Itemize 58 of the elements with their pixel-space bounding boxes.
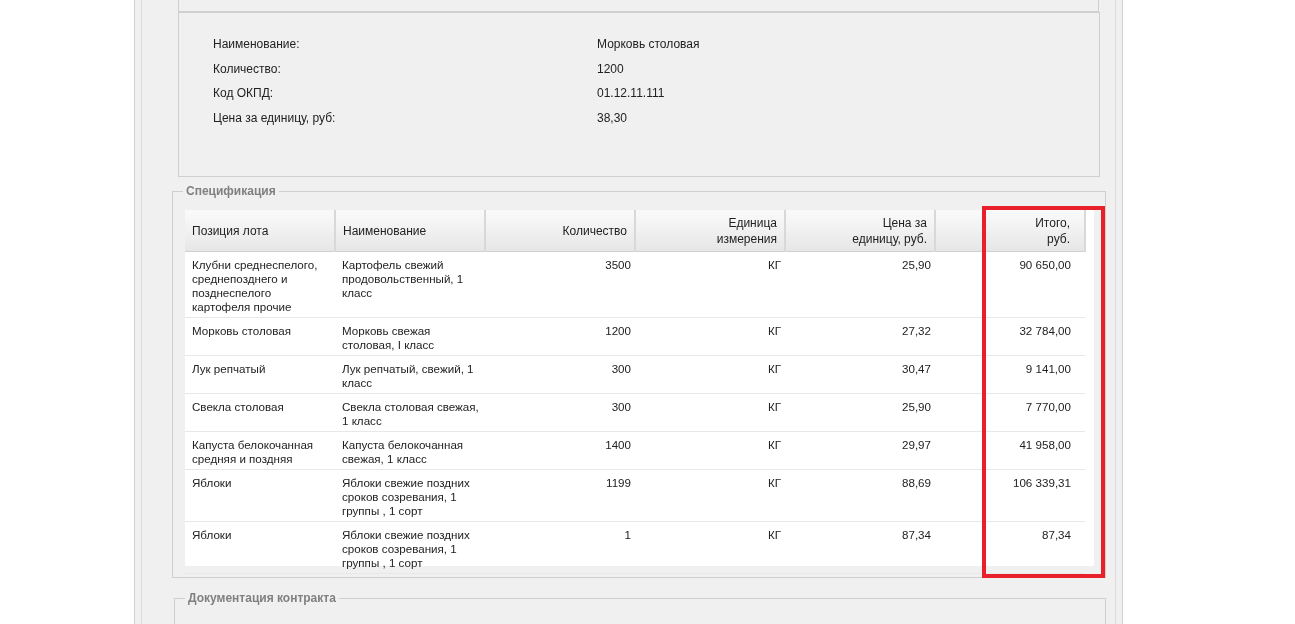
table-cell: КГ (635, 469, 785, 522)
field-value: 01.12.11.111 (597, 86, 666, 100)
table-cell: Капуста белокочанная свежая, 1 класс (335, 431, 485, 470)
table-cell: Свекла столовая (185, 393, 335, 432)
table-cell: 300 (485, 393, 635, 432)
table-cell: 87,34 (935, 521, 1085, 574)
table-cell: Картофель свежий продовольственный, 1 класс (335, 251, 485, 318)
field-label: Наименование: (213, 37, 301, 51)
table-cell: КГ (635, 431, 785, 470)
field-label: Цена за единицу, руб: (213, 110, 337, 125)
table-cell: КГ (635, 355, 785, 394)
field-label: Количество: (213, 61, 282, 76)
table-cell: 7 770,00 (935, 393, 1085, 432)
table-cell: 1400 (485, 431, 635, 470)
table-cell: 1199 (485, 469, 635, 522)
table-cell: Морковь свежая столовая, I класс (335, 317, 485, 356)
table-cell: 300 (485, 355, 635, 394)
table-cell: Морковь столовая (185, 317, 335, 356)
column-header[interactable]: Наименование (335, 210, 485, 252)
table-cell: 90 650,00 (935, 251, 1085, 318)
field-value: Морковь столовая (597, 37, 701, 51)
table-cell: КГ (635, 251, 785, 318)
table-cell: КГ (635, 393, 785, 432)
field-value: 1200 (597, 61, 625, 76)
table-cell: 41 958,00 (935, 431, 1085, 470)
column-header[interactable]: Итого, руб. (935, 210, 1085, 252)
table-cell: КГ (635, 521, 785, 574)
table-cell: 1200 (485, 317, 635, 356)
table-cell: 25,90 (785, 251, 935, 318)
table-cell: Яблоки свежие поздних сроков созревания, 1 группы , 1 сорт (335, 469, 485, 522)
column-header[interactable]: Цена за единицу, руб. (785, 210, 935, 252)
table-cell: 106 339,31 (935, 469, 1085, 522)
table-cell: Яблоки (185, 469, 335, 522)
field-label: Код ОКПД: (213, 86, 275, 100)
column-header[interactable]: Позиция лота (185, 210, 335, 252)
table-cell: 3500 (485, 251, 635, 318)
table-cell: 88,69 (785, 469, 935, 522)
table-cell: 32 784,00 (935, 317, 1085, 356)
column-header[interactable]: Количество (485, 210, 635, 252)
table-cell: Капуста белокочанная средняя и поздняя (185, 431, 335, 470)
table-cell: Лук репчатый (185, 355, 335, 394)
table-cell: 29,97 (785, 431, 935, 470)
field-value: 38,30 (597, 110, 629, 125)
table-cell: 27,32 (785, 317, 935, 356)
table-cell: 87,34 (785, 521, 935, 574)
column-header[interactable]: Единица измерения (635, 210, 785, 252)
table-cell: 30,47 (785, 355, 935, 394)
table-cell: Яблоки (185, 521, 335, 574)
section-legend: Спецификация (183, 184, 279, 198)
table-cell: Лук репчатый, свежий, 1 класс (335, 355, 485, 394)
table-cell: Свекла столовая свежая, 1 класс (335, 393, 485, 432)
table-cell: КГ (635, 317, 785, 356)
table-cell: 9 141,00 (935, 355, 1085, 394)
table-cell: Яблоки свежие поздних сроков созревания, 1 группы , 1 сорт (335, 521, 485, 574)
table-cell: 25,90 (785, 393, 935, 432)
table-cell: Клубни среднеспелого, среднепозднего и позднеспелого картофеля прочие (185, 251, 335, 318)
table-cell: 1 (485, 521, 635, 574)
section-legend: Документация контракта (185, 591, 339, 605)
